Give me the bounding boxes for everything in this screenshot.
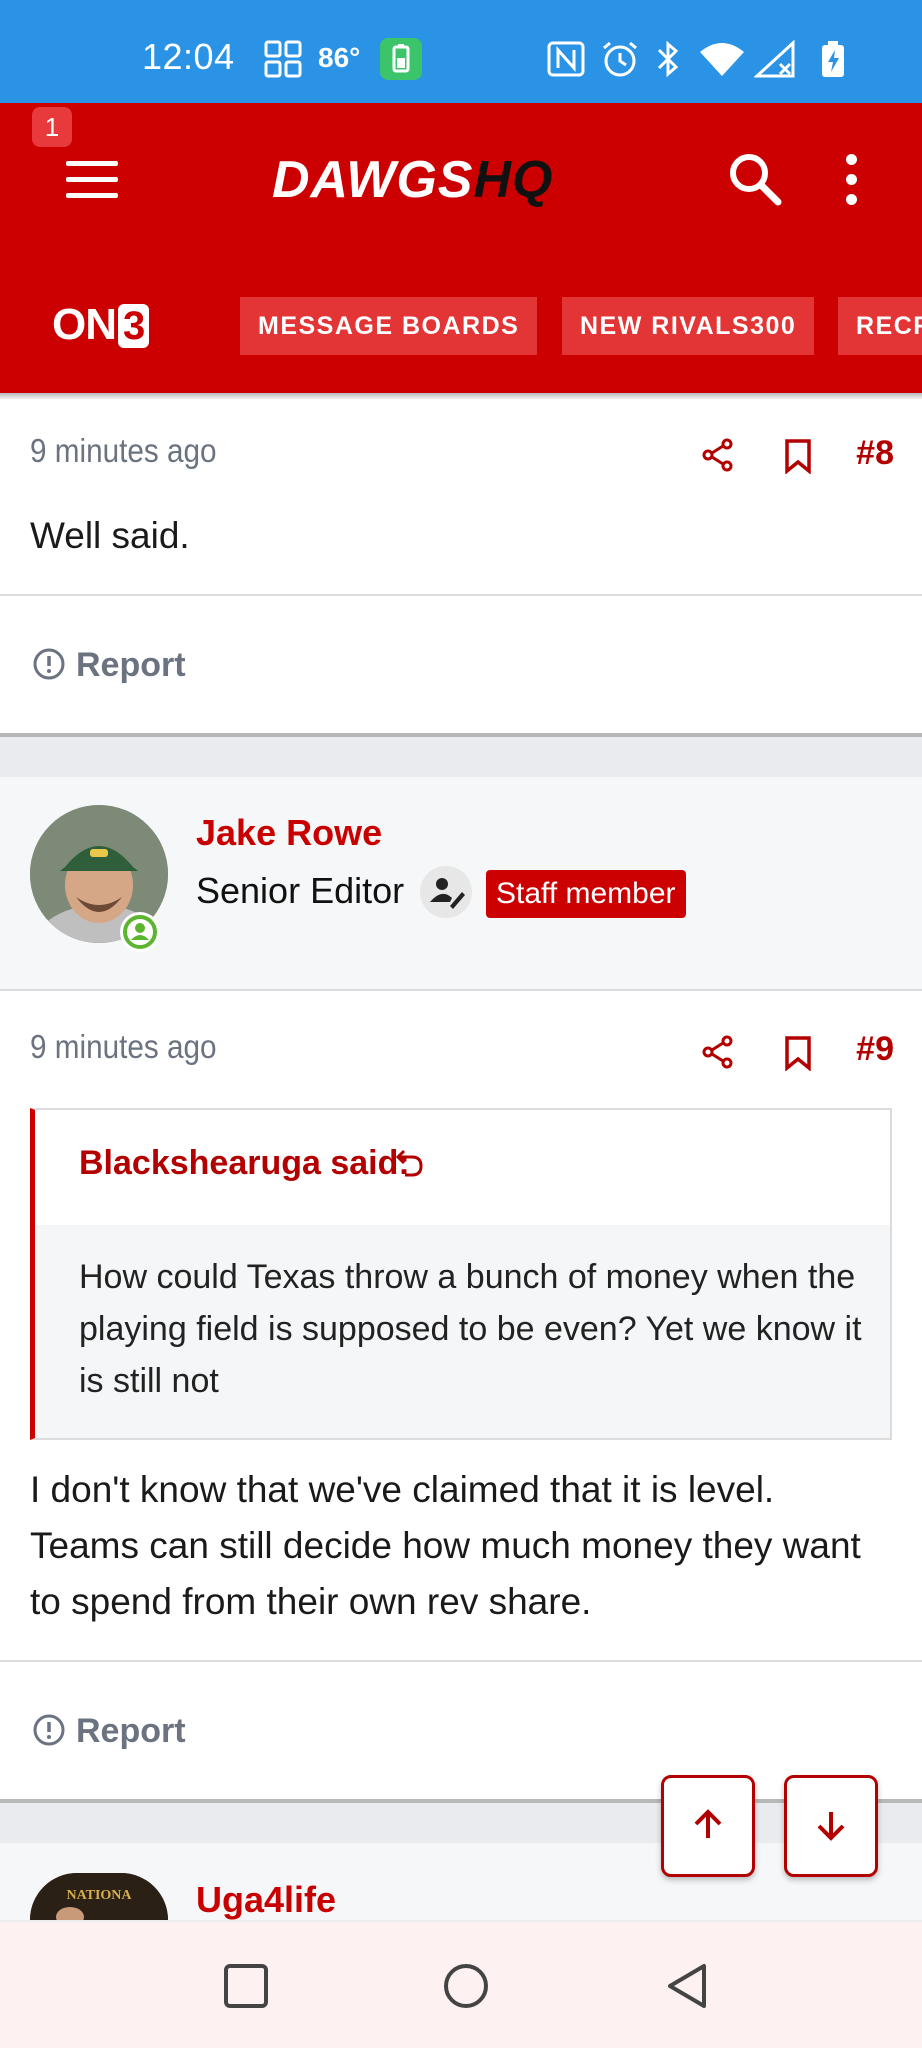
grid-icon [264,40,302,78]
system-nav-bar [0,1920,922,2048]
arrow-down-icon [817,1812,845,1841]
quote-text: How could Texas throw a bunch of money w… [79,1258,862,1400]
home-icon[interactable] [440,1960,492,2012]
post-time[interactable]: 9 minutes ago [30,1028,217,1066]
recents-icon[interactable] [220,1960,272,2012]
status-time: 12:04 [142,36,235,77]
status-bar: 12:04 86° [0,0,922,103]
jump-to-quote-icon[interactable] [395,1146,425,1178]
report-button[interactable]: Report [32,646,186,685]
divider [0,1660,922,1662]
more-options-button[interactable] [836,150,866,210]
battery-saver-icon [380,38,422,80]
report-label: Report [76,646,186,684]
status-temperature: 86° [318,42,361,73]
on3-number: 3 [118,304,150,348]
signal-icon [754,40,795,78]
battery-charging-icon [822,41,844,77]
author-name[interactable]: Uga4life [196,1879,336,1921]
logo-hq-text: HQ [473,151,554,209]
wifi-icon [700,43,744,76]
search-icon[interactable] [726,150,784,208]
site-logo[interactable]: DAWGSHQ [272,150,553,210]
post-gap [0,737,922,777]
online-status-icon [120,912,160,952]
nfc-icon [547,41,585,77]
author-title: Senior Editor [196,870,405,911]
post-body: I don't know that we've claimed that it … [30,1469,861,1622]
share-icon[interactable] [700,437,736,473]
report-label: Report [76,1712,186,1750]
editor-icon [420,866,472,918]
arrow-up-icon [694,1809,722,1838]
quote-author[interactable]: Blackshearuga said: [79,1144,410,1183]
quote-block: Blackshearuga said: How could Texas thro… [30,1108,892,1440]
bookmark-icon[interactable] [782,1035,814,1071]
header-shadow [0,393,922,399]
on3-text: ON [52,300,117,349]
bluetooth-icon [657,40,679,78]
alarm-icon [603,41,637,77]
scroll-up-button[interactable] [661,1775,755,1877]
avatar[interactable]: NATIONA [30,1873,168,1920]
post-time[interactable]: 9 minutes ago [30,432,217,470]
notification-badge[interactable]: 1 [32,107,72,147]
scroll-down-button[interactable] [784,1775,878,1877]
menu-button[interactable] [60,155,124,205]
tab-message-boards[interactable]: MESSAGE BOARDS [240,297,538,355]
post-number[interactable]: #8 [856,434,894,473]
divider [0,594,922,596]
back-icon[interactable] [662,1960,714,2012]
report-icon [33,648,65,680]
tab-new-rivals300[interactable]: NEW RIVALS300 [562,297,815,355]
post-body: Well said. [30,515,190,556]
staff-badge: Staff member [486,870,686,918]
report-icon [33,1714,65,1746]
quote-body: How could Texas throw a bunch of money w… [35,1225,890,1438]
logo-text: DAWGS [272,151,474,209]
author-name[interactable]: Jake Rowe [196,812,382,854]
share-icon[interactable] [700,1034,736,1070]
svg-text:NATIONA: NATIONA [66,1888,132,1903]
tab-recruiting[interactable]: RECR [838,297,922,355]
bookmark-icon[interactable] [782,438,814,474]
quote-header: Blackshearuga said: [35,1110,890,1225]
on3-logo[interactable]: ON 3 [52,300,150,350]
report-button[interactable]: Report [32,1712,186,1751]
post-number[interactable]: #9 [856,1030,894,1069]
